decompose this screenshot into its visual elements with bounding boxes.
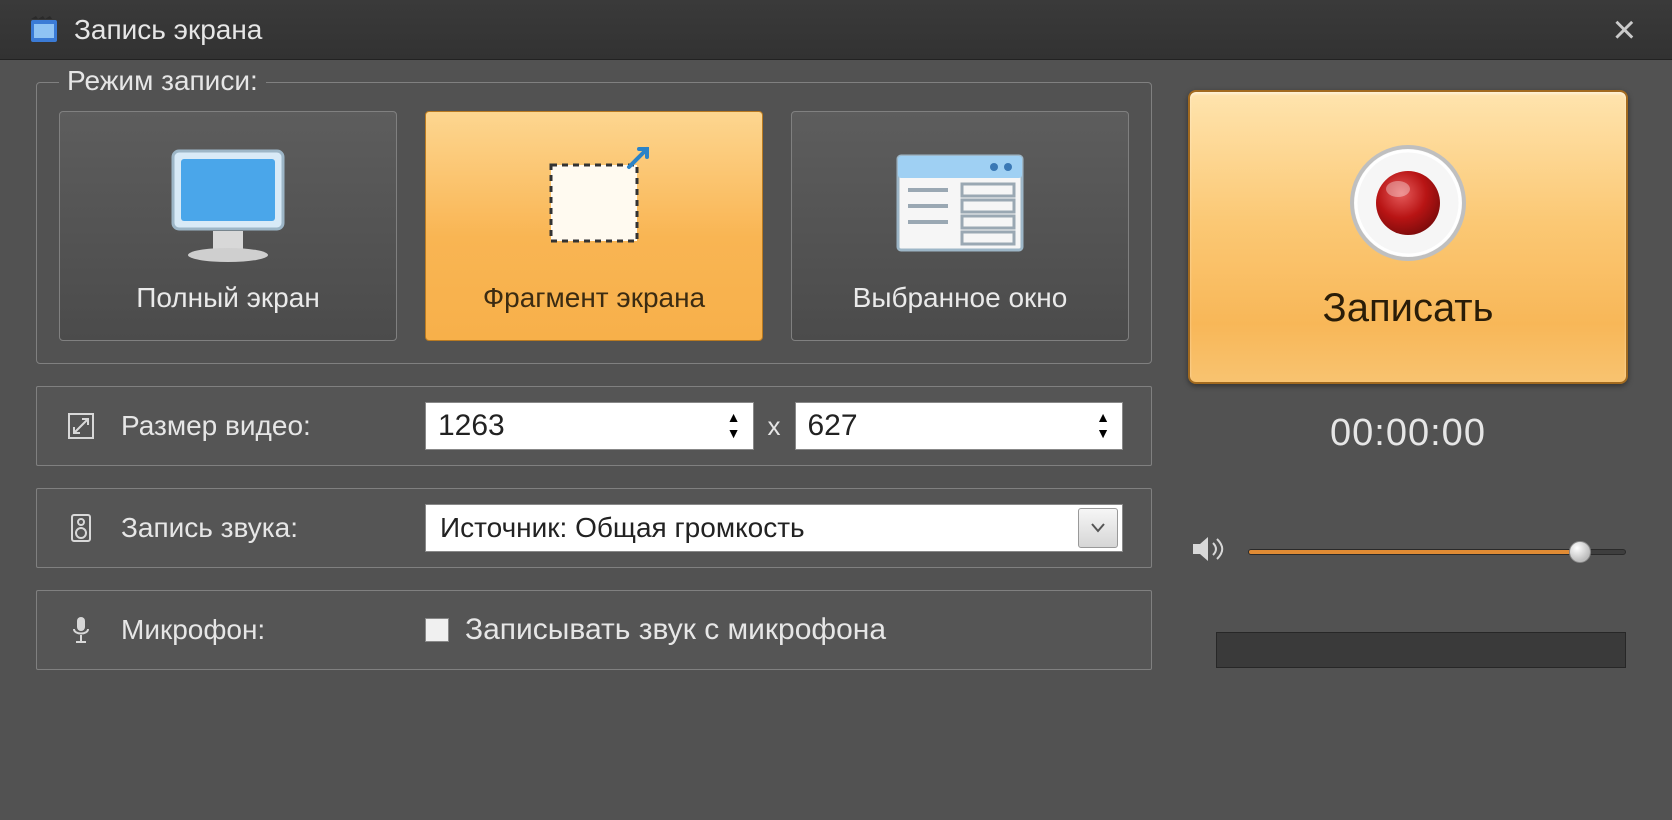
mode-window-button[interactable]: Выбранное окно xyxy=(791,111,1129,341)
checkbox-box-icon xyxy=(425,618,449,642)
audio-source-value: Источник: Общая громкость xyxy=(426,512,1078,544)
microphone-row: Микрофон: Записывать звук с микрофона xyxy=(36,590,1152,670)
height-input[interactable]: 627 ▲▼ xyxy=(795,402,1124,450)
mic-record-checkbox[interactable]: Записывать звук с микрофона xyxy=(425,613,886,647)
video-size-label: Размер видео: xyxy=(121,410,401,442)
volume-icon xyxy=(1190,533,1226,570)
mode-full-screen-button[interactable]: Полный экран xyxy=(59,111,397,341)
monitor-icon xyxy=(163,138,293,268)
record-dot-icon xyxy=(1348,143,1468,268)
crop-region-icon xyxy=(529,138,659,268)
width-stepper-icon[interactable]: ▲▼ xyxy=(727,413,741,439)
record-button[interactable]: Записать xyxy=(1188,90,1628,384)
mode-window-label: Выбранное окно xyxy=(853,282,1068,314)
mode-full-screen-label: Полный экран xyxy=(136,282,320,314)
volume-fill xyxy=(1249,550,1580,554)
audio-source-dropdown[interactable]: Источник: Общая громкость xyxy=(425,504,1123,552)
app-icon xyxy=(28,14,60,46)
record-mode-group: Режим записи: Полный экран xyxy=(36,82,1152,364)
audio-source-row: Запись звука: Источник: Общая громкость xyxy=(36,488,1152,568)
height-stepper-icon[interactable]: ▲▼ xyxy=(1096,413,1110,439)
record-button-label: Записать xyxy=(1323,286,1494,331)
height-value: 627 xyxy=(808,409,1097,443)
width-input[interactable]: 1263 ▲▼ xyxy=(425,402,754,450)
volume-slider[interactable] xyxy=(1248,549,1626,555)
close-icon[interactable]: × xyxy=(1613,10,1636,50)
microphone-label: Микрофон: xyxy=(121,614,401,646)
mic-level-meter xyxy=(1216,632,1626,668)
mode-fragment-label: Фрагмент экрана xyxy=(483,282,705,314)
size-separator: x xyxy=(768,411,781,442)
mode-fragment-button[interactable]: Фрагмент экрана xyxy=(425,111,763,341)
chevron-down-icon[interactable] xyxy=(1078,508,1118,548)
title-bar: Запись экрана × xyxy=(0,0,1672,60)
timer-display: 00:00:00 xyxy=(1330,412,1486,455)
record-mode-legend: Режим записи: xyxy=(59,65,266,97)
resize-icon xyxy=(65,412,97,440)
video-size-row: Размер видео: 1263 ▲▼ x 627 ▲▼ xyxy=(36,386,1152,466)
speaker-device-icon xyxy=(65,513,97,543)
window-icon xyxy=(890,138,1030,268)
width-value: 1263 xyxy=(438,409,727,443)
mic-checkbox-label: Записывать звук с микрофона xyxy=(465,613,886,647)
window-title: Запись экрана xyxy=(74,14,262,46)
microphone-icon xyxy=(65,615,97,645)
volume-thumb[interactable] xyxy=(1569,541,1591,563)
volume-slider-row xyxy=(1180,533,1636,570)
audio-source-label: Запись звука: xyxy=(121,512,401,544)
